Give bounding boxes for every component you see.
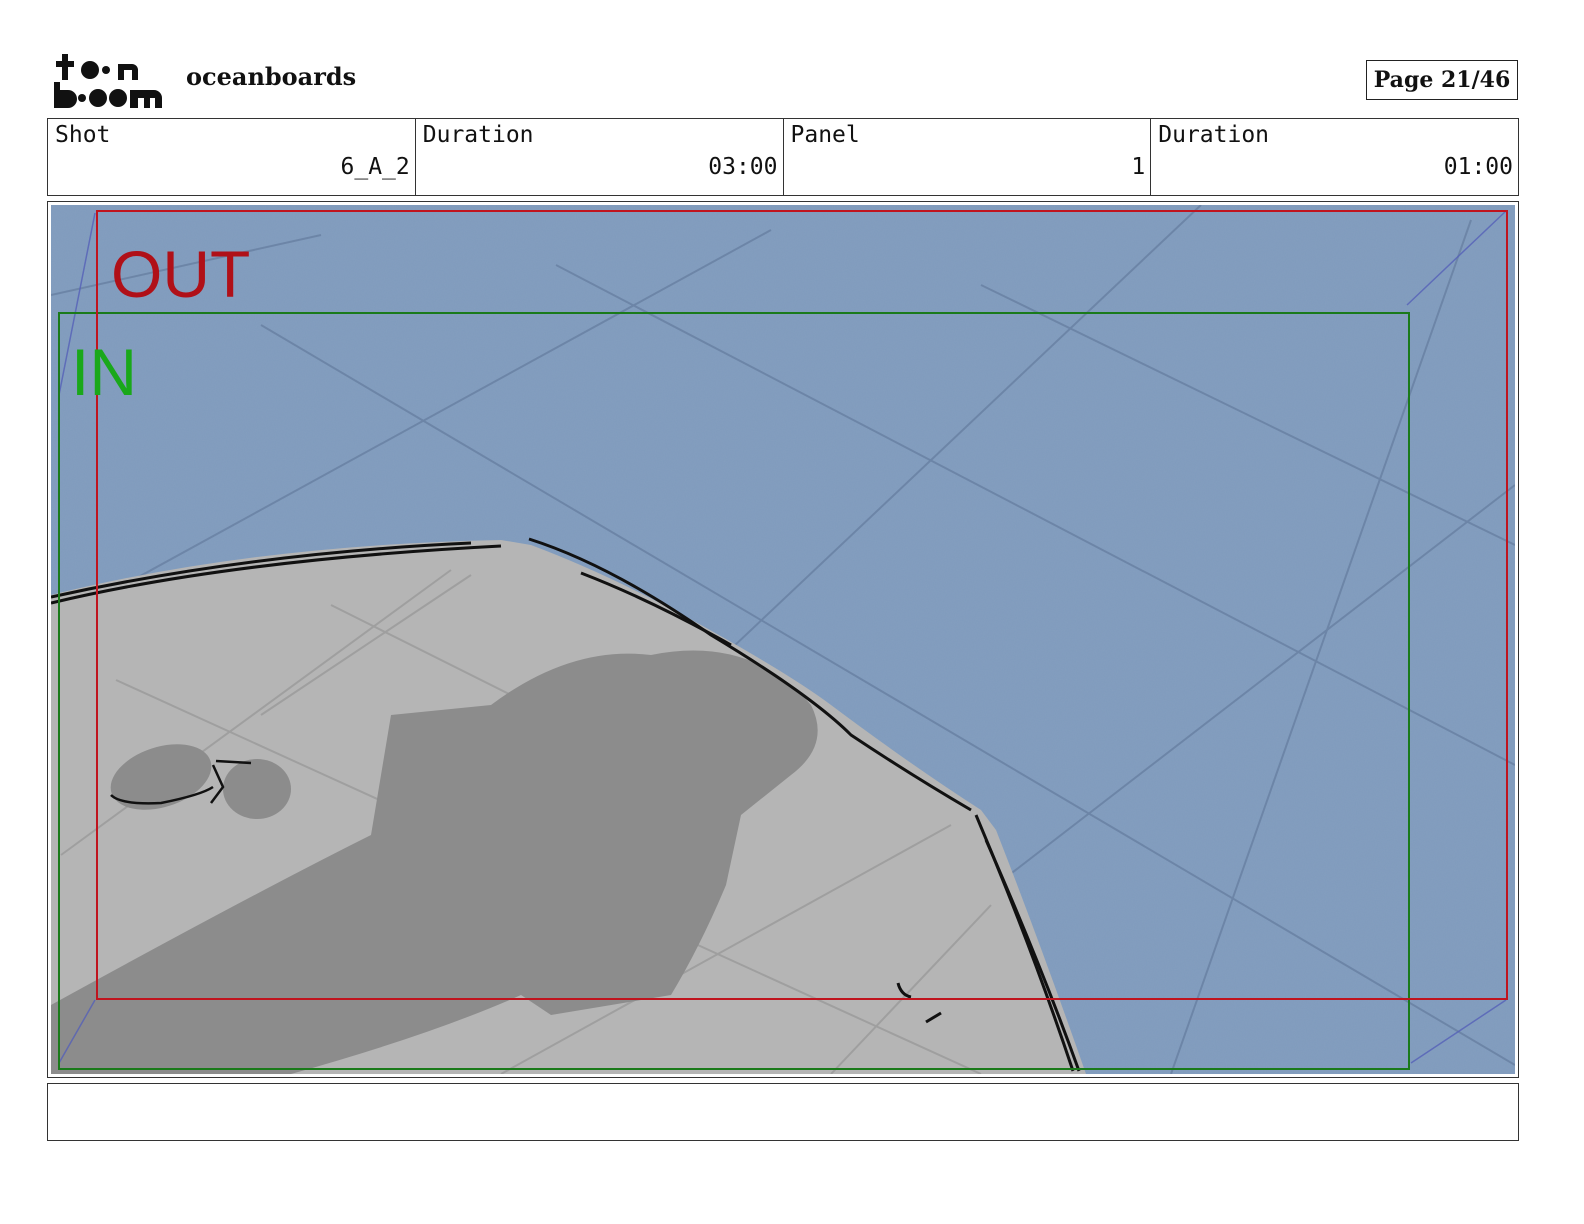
shot-value: 6_A_2 <box>340 154 410 180</box>
toon-boom-logo <box>52 52 164 112</box>
page-indicator: Page 21/46 <box>1366 60 1518 100</box>
shot-info-table: Shot 6_A_2 Duration 03:00 Panel 1 Durati… <box>47 118 1519 196</box>
panel-duration-value: 01:00 <box>1443 154 1513 180</box>
out-frame-label: OUT <box>111 237 250 311</box>
shot-cell: Shot 6_A_2 <box>48 119 416 195</box>
panel-value: 1 <box>1131 154 1146 180</box>
notes-box <box>47 1083 1519 1141</box>
shot-duration-value: 03:00 <box>708 154 778 180</box>
in-frame-label: IN <box>71 335 137 409</box>
panel-duration-cell: Duration 01:00 <box>1151 119 1518 195</box>
project-title: oceanboards <box>186 62 357 91</box>
shot-duration-cell: Duration 03:00 <box>416 119 784 195</box>
panel-label: Panel <box>790 122 860 148</box>
panel-duration-label: Duration <box>1158 122 1270 148</box>
shot-duration-label: Duration <box>422 122 534 148</box>
panel-cell: Panel 1 <box>784 119 1152 195</box>
shot-label: Shot <box>55 122 111 148</box>
panel-artwork: OUT IN <box>51 205 1515 1074</box>
